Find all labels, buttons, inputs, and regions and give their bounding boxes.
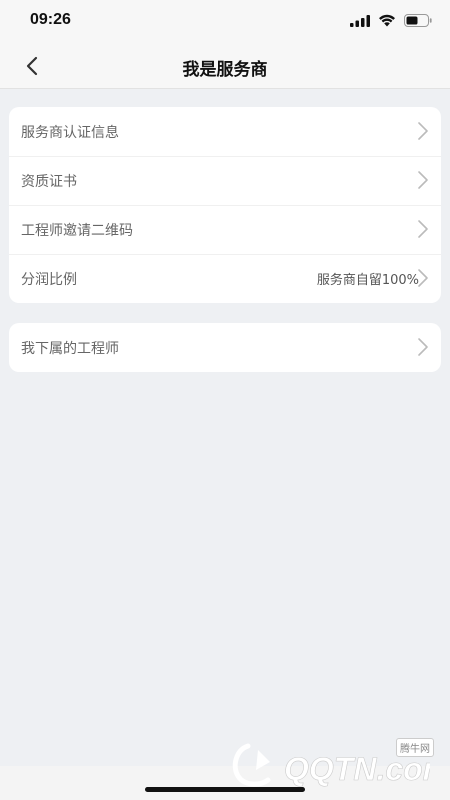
wifi-icon	[379, 14, 395, 27]
row-my-engineers[interactable]: 我下属的工程师	[9, 323, 441, 372]
battery-icon	[404, 14, 432, 27]
nav-bar: 我是服务商	[0, 44, 450, 89]
page-title: 我是服务商	[182, 60, 268, 80]
settings-card: 服务商认证信息 资质证书 工程师邀请二维码 分润比例 服务商自留100%	[9, 107, 441, 303]
row-profit-share-ratio[interactable]: 分润比例 服务商自留100%	[9, 254, 441, 303]
row-engineer-invite-qrcode[interactable]: 工程师邀请二维码	[9, 205, 441, 254]
home-indicator	[145, 787, 305, 792]
status-time: 09:26	[30, 11, 71, 28]
engineers-card: 我下属的工程师	[9, 323, 441, 372]
chevron-right-icon	[418, 338, 428, 356]
chevron-right-icon	[418, 269, 428, 287]
watermark-logo: QQTN.com 腾牛网	[230, 738, 440, 788]
row-value: 服务商自留100%	[316, 273, 419, 288]
chevron-right-icon	[418, 122, 428, 140]
row-label: 分润比例	[21, 271, 77, 288]
row-label: 资质证书	[21, 173, 77, 190]
row-qualification-certificate[interactable]: 资质证书	[9, 156, 441, 205]
status-icons	[350, 14, 432, 27]
signal-icon	[350, 14, 370, 27]
status-bar: 09:26	[0, 0, 450, 44]
watermark-badge: 腾牛网	[396, 738, 434, 757]
row-label: 服务商认证信息	[21, 124, 119, 141]
row-certification-info[interactable]: 服务商认证信息	[9, 107, 441, 156]
chevron-right-icon	[418, 220, 428, 238]
chevron-right-icon	[418, 171, 428, 189]
row-label: 我下属的工程师	[21, 340, 119, 357]
row-label: 工程师邀请二维码	[21, 222, 133, 239]
